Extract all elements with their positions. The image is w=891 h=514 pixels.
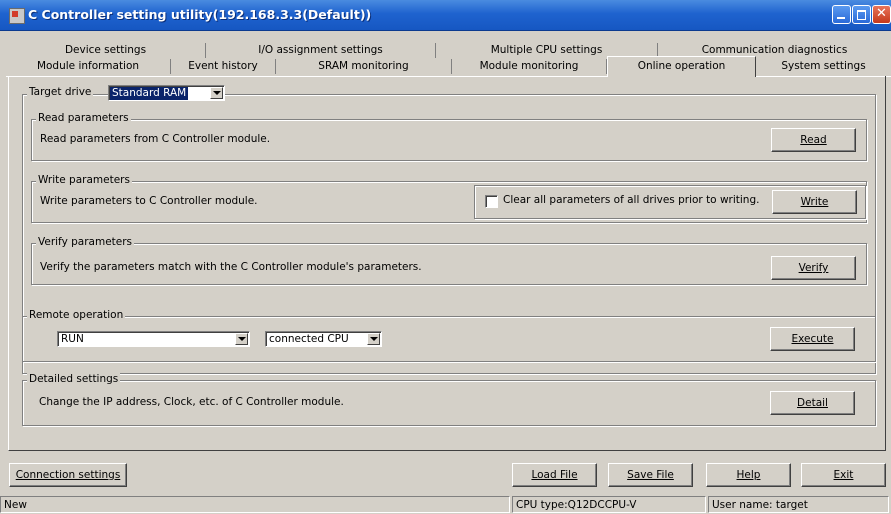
verify-parameters-description: Verify the parameters match with the C C… xyxy=(40,261,422,273)
tab-row-bottom: Module information Event history SRAM mo… xyxy=(6,56,891,77)
load-file-label: Load File xyxy=(531,469,578,481)
read-parameters-group: Read parameters Read parameters from C C… xyxy=(31,112,867,161)
verify-parameters-legend: Verify parameters xyxy=(36,236,135,248)
execute-button-label: Execute xyxy=(791,333,834,345)
target-drive-value: Standard RAM xyxy=(110,87,189,100)
remote-operation-value: RUN xyxy=(61,333,84,345)
close-button[interactable] xyxy=(872,5,891,24)
clear-parameters-checkbox[interactable] xyxy=(485,195,498,208)
status-cpu-type: CPU type:Q12DCCPU-V xyxy=(512,496,706,513)
read-parameters-description: Read parameters from C Controller module… xyxy=(40,133,271,145)
chevron-down-icon[interactable] xyxy=(367,333,380,345)
remote-operation-group: Remote operation RUN connected CPU Execu… xyxy=(22,309,876,362)
window-title: C Controller setting utility(192.168.3.3… xyxy=(28,7,372,22)
verify-button[interactable]: Verify xyxy=(771,256,856,280)
execute-button[interactable]: Execute xyxy=(770,327,855,351)
write-parameters-legend: Write parameters xyxy=(36,174,132,186)
tab-device-settings[interactable]: Device settings xyxy=(6,43,206,58)
detail-button[interactable]: Detail xyxy=(770,391,855,415)
title-bar[interactable]: C Controller setting utility(192.168.3.3… xyxy=(0,0,891,31)
tab-module-monitoring[interactable]: Module monitoring xyxy=(452,59,607,74)
write-button[interactable]: Write xyxy=(772,190,857,214)
tab-event-history[interactable]: Event history xyxy=(171,59,276,74)
read-button-label: Read xyxy=(800,134,827,146)
maximize-button[interactable] xyxy=(852,5,871,24)
tab-module-information[interactable]: Module information xyxy=(6,59,171,74)
write-button-label: Write xyxy=(800,196,829,208)
read-parameters-legend: Read parameters xyxy=(36,112,131,124)
chevron-down-icon[interactable] xyxy=(235,333,248,345)
detail-button-label: Detail xyxy=(797,397,828,409)
exit-label: Exit xyxy=(833,469,854,481)
write-parameters-description: Write parameters to C Controller module. xyxy=(40,195,258,207)
target-drive-select[interactable]: Standard RAM xyxy=(108,85,225,101)
online-operation-panel: Target drive Standard RAM Read parameter… xyxy=(8,76,886,451)
app-icon xyxy=(9,8,25,24)
remote-operation-select[interactable]: RUN xyxy=(57,331,250,347)
detailed-settings-legend: Detailed settings xyxy=(27,373,121,385)
status-bar: New CPU type:Q12DCCPU-V User name: targe… xyxy=(0,496,891,514)
remote-target-value: connected CPU xyxy=(269,333,349,345)
connection-settings-button[interactable]: Connection settings xyxy=(9,463,127,487)
help-button[interactable]: Help xyxy=(706,463,791,487)
load-file-button[interactable]: Load File xyxy=(512,463,597,487)
verify-parameters-group: Verify parameters Verify the parameters … xyxy=(31,236,867,285)
save-file-button[interactable]: Save File xyxy=(608,463,693,487)
remote-operation-legend: Remote operation xyxy=(27,309,126,321)
exit-button[interactable]: Exit xyxy=(801,463,886,487)
tab-online-operation[interactable]: Online operation xyxy=(607,56,756,77)
remote-target-select[interactable]: connected CPU xyxy=(265,331,382,347)
chevron-down-icon[interactable] xyxy=(210,87,223,99)
tab-sram-monitoring[interactable]: SRAM monitoring xyxy=(276,59,452,74)
help-label: Help xyxy=(736,469,761,481)
minimize-button[interactable] xyxy=(832,5,851,24)
save-file-label: Save File xyxy=(627,469,674,481)
connection-settings-label: Connection settings xyxy=(15,469,121,481)
status-mode: New xyxy=(0,496,510,513)
target-drive-label: Target drive xyxy=(27,86,94,98)
tab-system-settings[interactable]: System settings xyxy=(756,59,891,74)
detailed-settings-group: Detailed settings Change the IP address,… xyxy=(22,373,876,426)
detailed-settings-description: Change the IP address, Clock, etc. of C … xyxy=(39,396,344,408)
verify-button-label: Verify xyxy=(798,262,829,274)
clear-parameters-label[interactable]: Clear all parameters of all drives prior… xyxy=(503,194,759,206)
status-user-name: User name: target xyxy=(708,496,889,513)
tab-io-assignment-settings[interactable]: I/O assignment settings xyxy=(206,43,436,58)
clear-parameters-box: Clear all parameters of all drives prior… xyxy=(474,185,866,219)
read-button[interactable]: Read xyxy=(771,128,856,152)
write-parameters-group: Write parameters Write parameters to C C… xyxy=(31,174,867,223)
tab-row-top: Device settings I/O assignment settings … xyxy=(6,43,891,59)
